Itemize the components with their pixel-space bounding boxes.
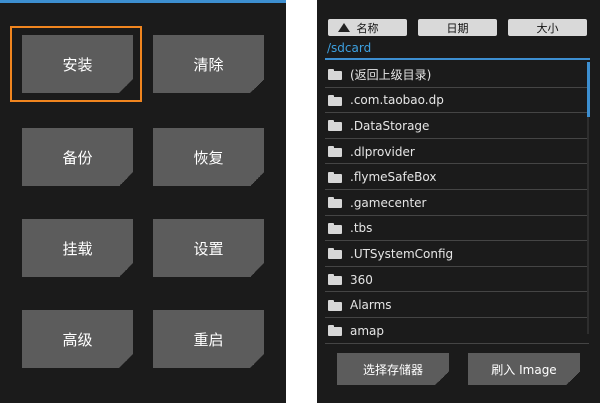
- folder-icon: [328, 94, 342, 106]
- file-list[interactable]: (返回上级目录) .com.taobao.dp .DataStorage .dl…: [317, 62, 589, 344]
- sort-name-label: 名称: [356, 21, 379, 35]
- backup-button[interactable]: 备份: [22, 128, 133, 186]
- list-item[interactable]: .dlprovider: [317, 139, 589, 165]
- list-item[interactable]: .com.taobao.dp: [317, 88, 589, 114]
- folder-icon: [328, 299, 342, 311]
- settings-button[interactable]: 设置: [153, 219, 264, 277]
- flash-image-button[interactable]: 刷入 Image: [468, 353, 580, 385]
- list-item[interactable]: .flymeSafeBox: [317, 164, 589, 190]
- file-browser-panel: 名称 日期 大小 /sdcard (返回上级目录) .com.taobao.dp…: [317, 0, 600, 403]
- sort-size-label: 大小: [536, 21, 559, 35]
- folder-icon: [328, 274, 342, 286]
- list-item-parent-directory[interactable]: (返回上级目录): [317, 62, 589, 88]
- current-path: /sdcard: [327, 41, 372, 55]
- advanced-button[interactable]: 高级: [22, 310, 133, 368]
- list-item[interactable]: 360: [317, 267, 589, 293]
- install-button[interactable]: 安装: [22, 35, 133, 93]
- select-storage-button[interactable]: 选择存储器: [337, 353, 449, 385]
- reboot-label: 重启: [193, 330, 224, 349]
- list-item[interactable]: .DataStorage: [317, 113, 589, 139]
- list-item[interactable]: Alarms: [317, 292, 589, 318]
- folder-icon: [328, 120, 342, 132]
- list-item[interactable]: .gamecenter: [317, 190, 589, 216]
- mount-button[interactable]: 挂载: [22, 219, 133, 277]
- folder-icon: [328, 171, 342, 183]
- list-item[interactable]: amap: [317, 318, 589, 344]
- list-item[interactable]: .UTSystemConfig: [317, 241, 589, 267]
- select-storage-label: 选择存储器: [362, 362, 423, 377]
- sort-by-name-button[interactable]: 名称: [328, 19, 407, 36]
- sort-by-date-button[interactable]: 日期: [418, 19, 497, 36]
- folder-icon: [328, 197, 342, 209]
- flash-image-label: 刷入 Image: [491, 362, 557, 377]
- list-item[interactable]: .tbs: [317, 216, 589, 242]
- folder-icon: [328, 222, 342, 234]
- restore-button[interactable]: 恢复: [153, 128, 264, 186]
- folder-icon: [328, 146, 342, 158]
- sort-by-size-button[interactable]: 大小: [508, 19, 587, 36]
- reboot-button[interactable]: 重启: [153, 310, 264, 368]
- settings-label: 设置: [193, 239, 224, 258]
- folder-icon: [328, 325, 342, 337]
- backup-label: 备份: [62, 148, 93, 167]
- scrollbar-thumb[interactable]: [587, 62, 590, 117]
- folder-icon: [328, 248, 342, 260]
- folder-icon: [328, 69, 342, 81]
- mount-label: 挂载: [62, 239, 93, 258]
- install-label: 安装: [62, 55, 93, 74]
- path-divider: [325, 58, 590, 60]
- sort-ascending-icon: [338, 23, 350, 32]
- wipe-button[interactable]: 清除: [153, 35, 264, 93]
- advanced-label: 高级: [62, 330, 93, 349]
- sort-date-label: 日期: [446, 21, 469, 35]
- restore-label: 恢复: [193, 148, 224, 167]
- top-accent-bar: [0, 0, 286, 3]
- wipe-label: 清除: [193, 55, 224, 74]
- main-menu-panel: 安装 清除 备份 恢复 挂载 设置 高级 重启: [0, 0, 286, 403]
